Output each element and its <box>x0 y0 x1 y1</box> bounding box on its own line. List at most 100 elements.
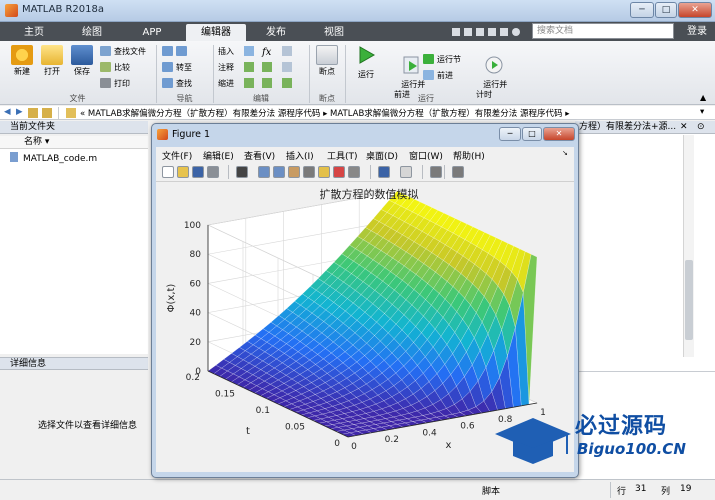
colorbar-icon[interactable] <box>378 166 390 178</box>
datacursor-icon[interactable] <box>318 166 330 178</box>
scrollbar-thumb[interactable] <box>685 260 693 340</box>
tab-apps[interactable]: APP <box>124 24 180 41</box>
editor-tab-title[interactable]: 方程）有限差分法+源... <box>575 121 715 134</box>
comment-button[interactable]: 注释 <box>218 61 234 74</box>
editor-menu-icon[interactable]: ⊙ <box>697 122 705 132</box>
menu-window[interactable]: 窗口(W) <box>409 149 443 162</box>
find-button[interactable]: 查找 <box>162 77 192 90</box>
run-button[interactable]: 运行 <box>352 45 380 80</box>
nav-back-icon[interactable]: ◀ <box>4 107 11 117</box>
status-bar: 脚本 行 31 列 19 <box>0 479 715 500</box>
tab-editor[interactable]: 编辑器 <box>186 24 246 41</box>
current-folder-header: 当前文件夹 <box>0 121 148 134</box>
print-icon[interactable] <box>207 166 219 178</box>
name-column[interactable]: 名称 ▾ <box>24 136 49 149</box>
column-header: 名称 ▾ <box>0 136 148 149</box>
find-files-button[interactable]: 查找文件 <box>100 45 146 58</box>
edit-icon-grid[interactable]: fx <box>242 45 306 91</box>
link-icon[interactable] <box>348 166 360 178</box>
details-panel: 选择文件以查看详细信息 <box>0 371 148 479</box>
menu-desktop[interactable]: 桌面(D) <box>366 149 398 162</box>
current-path[interactable]: « MATLAB求解偏微分方程（扩散方程）有限差分法 源程序代码 ▸ MATLA… <box>80 107 569 119</box>
z-tick-label: 100 <box>184 221 201 231</box>
find-files-icon <box>100 46 111 56</box>
toolbar-separator <box>370 165 371 179</box>
advance-button[interactable]: 前进 <box>423 69 453 82</box>
rotate-icon[interactable] <box>303 166 315 178</box>
legend-icon[interactable] <box>400 166 412 178</box>
open-icon[interactable] <box>177 166 189 178</box>
hide-icon[interactable] <box>430 166 442 178</box>
close-button[interactable]: ✕ <box>678 2 712 18</box>
figure-minimize-button[interactable]: ─ <box>499 127 521 141</box>
run-time-icon <box>485 56 503 74</box>
address-bar: ◀ ▶ « MATLAB求解偏微分方程（扩散方程）有限差分法 源程序代码 ▸ M… <box>0 106 715 120</box>
group-breakpoints-label: 断点 <box>319 94 335 103</box>
details-header: 详细信息 <box>0 357 148 370</box>
dock-icon[interactable] <box>452 166 464 178</box>
pointer-icon[interactable] <box>236 166 248 178</box>
group-run-label: 运行 <box>418 94 434 103</box>
title-bar: MATLAB R2018a ─ □ ✕ <box>0 0 715 22</box>
print-button[interactable]: 打印 <box>100 77 130 90</box>
file-type-label: 脚本 <box>482 487 501 497</box>
collapse-ribbon-icon[interactable]: ▲ <box>700 93 706 102</box>
save-icon[interactable] <box>192 166 204 178</box>
col-label: 列 <box>661 487 671 497</box>
figure-maximize-button[interactable]: □ <box>522 127 542 141</box>
z-tick-label: 80 <box>190 250 202 260</box>
insert-button[interactable]: 插入 <box>218 45 234 58</box>
edit-icons[interactable]: fx <box>242 45 306 91</box>
z-tick-label: 60 <box>190 279 202 289</box>
login-button[interactable]: 登录 <box>680 22 714 41</box>
search-documentation-input[interactable]: 搜索文档 <box>532 23 674 39</box>
vertical-scrollbar[interactable] <box>683 135 694 357</box>
menu-tools[interactable]: 工具(T) <box>327 149 358 162</box>
indent-button[interactable]: 缩进 <box>218 77 234 90</box>
menu-edit[interactable]: 编辑(E) <box>203 149 234 162</box>
editor-close-icon[interactable]: ✕ <box>680 122 688 132</box>
zoom-out-icon[interactable] <box>273 166 285 178</box>
minimize-button[interactable]: ─ <box>630 2 654 18</box>
open-button[interactable]: 打开 <box>38 45 66 77</box>
tab-view[interactable]: 视图 <box>308 24 360 41</box>
menu-insert[interactable]: 插入(I) <box>286 149 314 162</box>
breakpoints-button[interactable]: 断点 <box>313 45 341 77</box>
new-button[interactable]: 新建 <box>8 45 36 77</box>
matlab-logo-icon <box>5 4 18 17</box>
menu-view[interactable]: 查看(V) <box>244 149 275 162</box>
run-section-button[interactable]: 运行节 <box>423 53 461 66</box>
folder-up-icon[interactable] <box>28 108 38 118</box>
list-item[interactable]: MATLAB_code.m <box>10 152 97 165</box>
save-button[interactable]: 保存 <box>68 45 96 77</box>
menu-file[interactable]: 文件(F) <box>162 149 192 162</box>
row-label: 行 <box>617 487 627 497</box>
t-tick-label: 0.1 <box>256 406 270 416</box>
menu-dock-arrow-icon[interactable]: ↘ <box>562 149 568 157</box>
figure-close-button[interactable]: ✕ <box>543 127 575 141</box>
toolbar-separator <box>444 165 445 179</box>
compare-button[interactable]: 比较 <box>100 61 130 74</box>
path-dropdown-icon[interactable]: ▾ <box>700 107 704 117</box>
back-forward-button[interactable] <box>162 45 190 58</box>
maximize-button[interactable]: □ <box>655 2 677 18</box>
run-section-icon <box>423 54 434 64</box>
quick-access-icons[interactable] <box>450 26 530 38</box>
zoom-in-icon[interactable] <box>258 166 270 178</box>
goto-button[interactable]: 转至 <box>162 61 192 74</box>
brush-icon[interactable] <box>333 166 345 178</box>
row-value: 31 <box>635 484 647 494</box>
quick-access-toolbar <box>450 26 530 38</box>
new-icon[interactable] <box>162 166 174 178</box>
t-tick-label: 0 <box>334 439 340 449</box>
find-icon <box>162 78 173 88</box>
tab-plots[interactable]: 绘图 <box>66 24 118 41</box>
pan-icon[interactable] <box>288 166 300 178</box>
browse-folder-icon[interactable] <box>42 108 52 118</box>
tab-publish[interactable]: 发布 <box>250 24 302 41</box>
x-axis-label: x <box>446 440 452 451</box>
tab-home[interactable]: 主页 <box>10 24 58 41</box>
back-icon <box>162 46 173 56</box>
nav-forward-icon[interactable]: ▶ <box>16 107 23 117</box>
menu-help[interactable]: 帮助(H) <box>453 149 485 162</box>
